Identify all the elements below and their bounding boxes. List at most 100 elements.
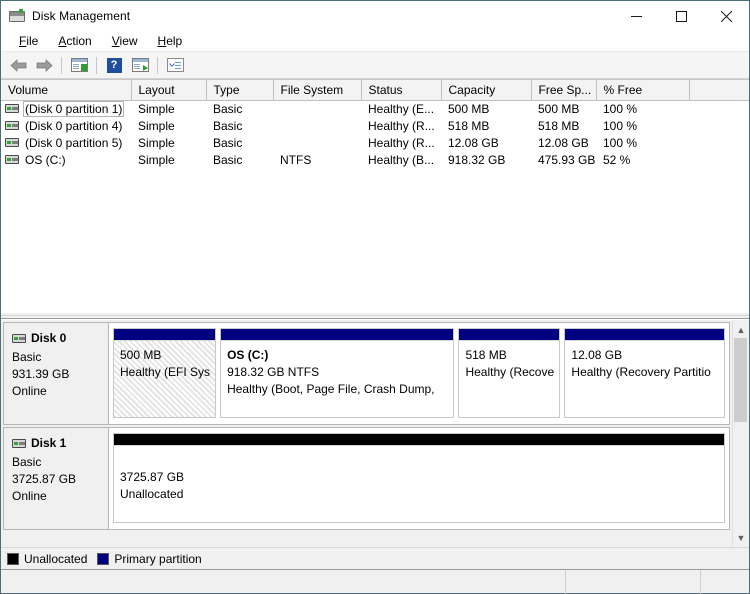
scrollbar-thumb[interactable] <box>734 338 747 422</box>
partition-status: Unallocated <box>120 487 184 501</box>
cell-free-space: 475.93 GB <box>538 152 596 167</box>
vertical-scrollbar[interactable]: ▲ ▼ <box>732 321 748 546</box>
toolbar-separator <box>96 56 97 74</box>
cell-status: Healthy (B... <box>368 152 435 167</box>
volume-name: OS (C:) <box>25 152 66 167</box>
volume-disk-icon <box>5 104 19 114</box>
cell-capacity: 12.08 GB <box>448 135 499 150</box>
maximize-button[interactable] <box>659 1 704 31</box>
forward-arrow-icon[interactable] <box>32 54 56 76</box>
partition-status: Healthy (Recovery Partitio <box>571 365 711 379</box>
show-hide-action-pane-icon[interactable] <box>128 54 152 76</box>
toolbar-separator <box>61 56 62 74</box>
cell-layout: Simple <box>138 101 175 116</box>
legend-label-primary: Primary partition <box>114 551 202 566</box>
close-button[interactable] <box>704 1 749 31</box>
scroll-up-icon[interactable]: ▲ <box>733 321 749 338</box>
disk-info-1[interactable]: Disk 1 Basic 3725.87 GB Online <box>4 428 109 529</box>
disk-row-1[interactable]: Disk 1 Basic 3725.87 GB Online 3725.87 G… <box>3 427 730 530</box>
cell-free-space: 12.08 GB <box>538 135 589 150</box>
table-row[interactable]: (Disk 0 partition 5) Simple Basic Health… <box>1 134 749 151</box>
partition-body: OS (C:) 918.32 GB NTFS Healthy (Boot, Pa… <box>220 340 455 418</box>
cell-status: Healthy (R... <box>368 118 435 133</box>
cell-type: Basic <box>213 118 243 133</box>
menu-action[interactable]: Action <box>48 32 101 51</box>
minimize-button[interactable] <box>614 1 659 31</box>
cell-status: Healthy (E... <box>368 101 435 116</box>
show-hide-console-tree-icon[interactable] <box>67 54 91 76</box>
disk-size: 3725.87 GB <box>12 472 77 486</box>
disk-name: Disk 0 <box>31 331 67 345</box>
column-header-layout[interactable]: Layout <box>131 80 207 101</box>
graphical-disk-pane: Disk 0 Basic 931.39 GB Online 500 MB Hea… <box>1 319 749 569</box>
cell-spare <box>689 117 749 134</box>
partition-status: Healthy (EFI Sys <box>120 365 211 379</box>
cell-layout: Simple <box>138 152 175 167</box>
partition-body: 500 MB Healthy (EFI Sys <box>113 340 217 418</box>
toolbar: ? <box>1 52 749 79</box>
disk-scroll-area: Disk 0 Basic 931.39 GB Online 500 MB Hea… <box>1 320 732 547</box>
window-title: Disk Management <box>32 9 131 23</box>
cell-spare <box>689 151 749 168</box>
legend-swatch-primary <box>97 552 110 565</box>
column-header-file-system[interactable]: File System <box>273 80 362 101</box>
partition-unallocated[interactable]: 3725.87 GB Unallocated <box>113 433 725 523</box>
column-header-spare[interactable] <box>689 80 749 101</box>
disk-row-0[interactable]: Disk 0 Basic 931.39 GB Online 500 MB Hea… <box>3 322 730 425</box>
partition-size: 518 MB <box>465 348 507 362</box>
column-header-type[interactable]: Type <box>206 80 274 101</box>
partition-body: 12.08 GB Healthy (Recovery Partitio <box>564 340 725 418</box>
partition-os-c[interactable]: OS (C:) 918.32 GB NTFS Healthy (Boot, Pa… <box>220 328 455 418</box>
partition-color-bar <box>458 328 561 340</box>
properties-icon[interactable] <box>163 54 187 76</box>
table-row[interactable]: (Disk 0 partition 4) Simple Basic Health… <box>1 117 749 134</box>
toolbar-separator <box>157 56 158 74</box>
partition-status: Healthy (Recove <box>465 365 555 379</box>
cell-spare <box>689 100 749 117</box>
disk-drive-icon <box>9 8 25 24</box>
legend-item-primary-partition: Primary partition <box>97 551 202 566</box>
cell-capacity: 518 MB <box>448 118 490 133</box>
column-header-status[interactable]: Status <box>361 80 442 101</box>
menu-help[interactable]: Help <box>148 32 193 51</box>
column-header-free-space[interactable]: Free Sp... <box>531 80 597 101</box>
cell-file-system <box>273 100 361 117</box>
disk-icon <box>12 438 26 448</box>
partition-size: 12.08 GB <box>571 348 623 362</box>
partition-color-bar <box>564 328 725 340</box>
partition-recovery-12gb[interactable]: 12.08 GB Healthy (Recovery Partitio <box>564 328 725 418</box>
table-row[interactable]: OS (C:) Simple Basic NTFS Healthy (B... … <box>1 151 749 168</box>
pane-splitter[interactable] <box>1 312 749 319</box>
table-row[interactable]: (Disk 0 partition 1) Simple Basic Health… <box>1 100 749 117</box>
menu-view[interactable]: View <box>102 32 148 51</box>
title-bar: Disk Management <box>1 1 749 31</box>
disk-title-0: Disk 0 <box>12 331 108 345</box>
help-icon[interactable]: ? <box>102 54 126 76</box>
cell-capacity: 500 MB <box>448 101 490 116</box>
disk-info-0[interactable]: Disk 0 Basic 931.39 GB Online <box>4 323 109 424</box>
column-header-capacity[interactable]: Capacity <box>441 80 532 101</box>
scrollbar-track[interactable] <box>733 338 748 529</box>
volume-name: (Disk 0 partition 4) <box>25 118 123 133</box>
status-segment-tertiary <box>701 570 749 594</box>
disk-title-1: Disk 1 <box>12 436 108 450</box>
legend-item-unallocated: Unallocated <box>7 552 87 566</box>
menu-file[interactable]: File <box>9 32 48 51</box>
volume-list-pane[interactable]: Volume Layout Type File System Status Ca… <box>1 79 749 312</box>
column-header-volume[interactable]: Volume <box>1 80 132 101</box>
status-segment-secondary <box>566 569 701 594</box>
cell-file-system: NTFS <box>280 152 312 167</box>
column-header-percent-free[interactable]: % Free <box>596 80 690 101</box>
cell-volume: (Disk 0 partition 1) <box>1 100 131 117</box>
back-arrow-icon[interactable] <box>6 54 30 76</box>
partition-color-bar <box>220 328 455 340</box>
scroll-down-icon[interactable]: ▼ <box>733 529 749 546</box>
partition-efi[interactable]: 500 MB Healthy (EFI Sys <box>113 328 217 418</box>
partition-recovery-518mb[interactable]: 518 MB Healthy (Recove <box>458 328 561 418</box>
cell-type: Basic <box>213 101 243 116</box>
status-segment-main <box>1 569 566 594</box>
cell-volume: (Disk 0 partition 4) <box>1 117 131 134</box>
cell-volume: (Disk 0 partition 5) <box>1 134 131 151</box>
disk-icon <box>12 333 26 343</box>
disk-state: Online <box>12 489 47 503</box>
